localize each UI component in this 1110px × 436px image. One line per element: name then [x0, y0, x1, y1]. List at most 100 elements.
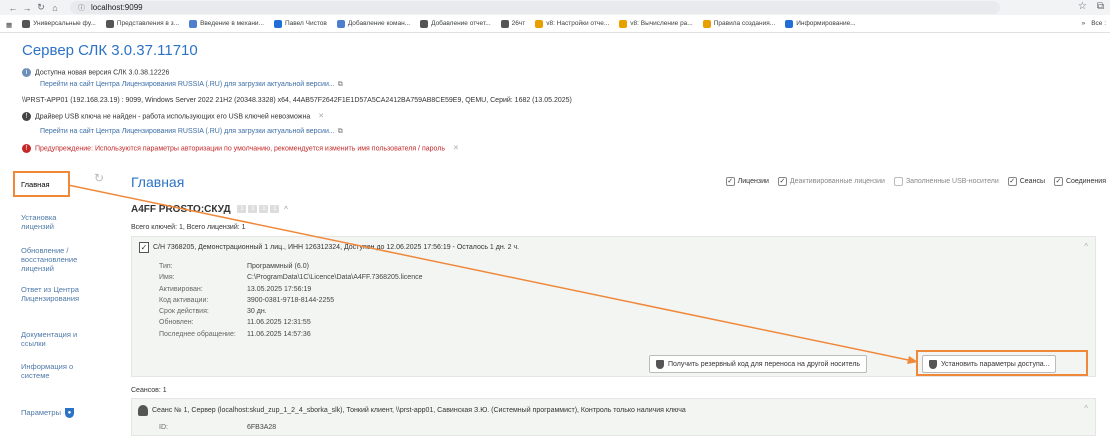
license-check-icon: ✓ — [139, 242, 149, 253]
bookmark-item[interactable]: Универсальные фу... — [22, 19, 96, 28]
extensions-icon[interactable]: ⧉ — [1097, 1, 1104, 12]
filter-label: Лицензии — [737, 178, 769, 185]
site-info-icon[interactable]: ⓘ — [78, 3, 85, 13]
field-row: Обновлен: 11.06.2025 12:31:55 — [159, 317, 422, 328]
bookmark-item[interactable]: Павел Чистов — [273, 19, 327, 28]
chevron-up-icon[interactable]: ^ — [284, 205, 288, 214]
bookmark-favicon-icon — [336, 19, 345, 28]
shield-settings-icon: ● — [64, 408, 74, 419]
usb-driver-row: ! Драйвер USB ключа не найден - работа ис… — [22, 112, 324, 121]
refresh-icon[interactable]: ↻ — [94, 171, 104, 185]
usb-driver-text: Драйвер USB ключа не найден - работа исп… — [35, 113, 311, 121]
new-version-text: Доступна новая версия СЛК 3.0.38.12226 — [35, 69, 170, 77]
new-version-link[interactable]: Перейти на сайт Центра Лицензирования RU… — [40, 81, 343, 89]
usb-driver-link[interactable]: Перейти на сайт Центра Лицензирования RU… — [40, 128, 343, 136]
bookmark-label: Информирование... — [796, 20, 856, 27]
bookmark-item[interactable]: Добавление отчет... — [420, 19, 491, 28]
bookmark-item[interactable]: Введение в механи... — [189, 19, 264, 28]
bookmark-favicon-icon — [273, 19, 282, 28]
bookmark-star-icon[interactable]: ☆ — [1078, 1, 1087, 12]
bookmark-item[interactable]: 26чт — [500, 19, 526, 28]
address-bar[interactable]: ⓘ localhost:9099 — [70, 1, 1000, 14]
field-value: 3900-0381-9718-8144-2255 — [247, 296, 335, 304]
field-key: Код активации: — [159, 296, 209, 304]
field-value: 30 дн. — [247, 308, 267, 316]
reload-icon[interactable]: ↻ — [34, 2, 48, 13]
bookmark-item[interactable]: v8: Настройки отче... — [535, 19, 610, 28]
bookmark-item[interactable]: v8: Вычисление ра... — [619, 19, 693, 28]
bookmark-label: Добавление коман... — [347, 20, 411, 27]
browser-toolbar: ← → ↻ ⌂ ⓘ localhost:9099 ☆ ⧉ — [0, 0, 1110, 15]
field-value: Программный (6.0) — [247, 263, 309, 270]
sidebar-item-install[interactable]: Установка лицензий — [21, 213, 56, 231]
all-bookmarks[interactable]: Все : — [1091, 20, 1106, 27]
bookmark-label: Введение в механи... — [200, 20, 264, 27]
bookmark-favicon-icon — [22, 19, 31, 28]
filter-usb[interactable]: Заполненные USB-носители — [893, 177, 999, 186]
page-title: Сервер СЛК 3.0.37.11710 — [22, 42, 198, 59]
field-key: Тип: — [159, 263, 173, 270]
field-key: Обновлен: — [159, 319, 194, 327]
sidebar-item-settings[interactable]: Параметры ● — [21, 408, 74, 419]
field-value: 11.06.2025 14:57:36 — [247, 330, 311, 338]
bookmark-item[interactable]: Добавление коман... — [336, 19, 411, 28]
filter-licenses[interactable]: ✓ Лицензии — [725, 177, 769, 186]
license-fields: Тип: Программный (6.0) Имя: C:\ProgramData… — [159, 261, 422, 340]
filter-label: Заполненные USB-носители — [905, 178, 999, 185]
bookmark-label: 26чт — [511, 20, 526, 27]
close-icon[interactable]: ✕ — [318, 113, 324, 120]
get-reserve-code-button[interactable]: Получить резервный код для переноса на д… — [649, 355, 868, 373]
filter-label: Деактивированные лицензии — [789, 178, 885, 185]
checkbox-empty-icon[interactable] — [893, 177, 903, 186]
sidebar-item-update[interactable]: Обновление / восстановление лицензий — [21, 246, 77, 273]
bookmark-item[interactable]: Информирование... — [785, 19, 856, 28]
new-version-row: i Доступна новая версия СЛК 3.0.38.12226 — [22, 68, 169, 77]
new-version-link-text[interactable]: Перейти на сайт Центра Лицензирования RU… — [40, 81, 335, 88]
chevron-up-icon[interactable]: ^ — [1084, 404, 1088, 413]
apps-icon[interactable]: ▦ — [6, 21, 12, 29]
count-pill: 1 — [259, 205, 269, 214]
package-pills: 1 1 1 1 — [237, 205, 280, 214]
usb-link-text[interactable]: Перейти на сайт Центра Лицензирования RU… — [40, 128, 335, 135]
close-icon[interactable]: ✕ — [453, 145, 459, 152]
filter-connections[interactable]: ✓ Соединения — [1053, 177, 1106, 186]
count-pill: 1 — [248, 205, 258, 214]
sidebar-item-home[interactable]: Главная — [21, 180, 50, 189]
checkbox-checked-icon[interactable]: ✓ — [1007, 177, 1017, 186]
session-header[interactable]: Сеанс № 1, Сервер (localhost:skud_zup_1_… — [138, 405, 686, 416]
home-icon[interactable]: ⌂ — [48, 3, 62, 13]
forward-icon[interactable]: → — [20, 3, 34, 13]
chevron-up-icon[interactable]: ^ — [1084, 242, 1088, 251]
bookmark-item[interactable]: Правила создания... — [702, 19, 776, 28]
warning-row: ! Предупреждение: Используются параметры … — [22, 144, 459, 153]
back-icon[interactable]: ← — [6, 3, 20, 13]
checkbox-checked-icon[interactable]: ✓ — [777, 177, 787, 186]
sidebar-item-system[interactable]: Информация о системе — [21, 362, 73, 380]
filter-label: Соединения — [1065, 178, 1106, 185]
bookmarks-more[interactable]: » — [1082, 20, 1086, 27]
sidebar-item-docs[interactable]: Документация и ссылки — [21, 330, 77, 348]
warning-icon: ! — [22, 144, 31, 153]
bookmark-item[interactable]: Представления в з... — [105, 19, 179, 28]
license-header-text: С/Н 7368205, Демонстрационный 1 лиц., ИН… — [153, 244, 520, 251]
bookmark-favicon-icon — [105, 19, 114, 28]
filter-bar: ✓ Лицензии ✓ Деактивированные лицензии Зап… — [725, 177, 1106, 186]
field-value: 13.05.2025 17:56:19 — [247, 285, 312, 293]
license-package[interactable]: A4FF PROSTO:СКУД 1 1 1 1 ^ — [131, 204, 288, 215]
bookmark-label: Правила создания... — [713, 20, 776, 27]
bookmark-label: Универсальные фу... — [33, 20, 96, 27]
field-row: Активирован: 13.05.2025 17:56:19 — [159, 284, 422, 295]
checkbox-checked-icon[interactable]: ✓ — [1053, 177, 1063, 186]
filter-deactivated[interactable]: ✓ Деактивированные лицензии — [777, 177, 885, 186]
bookmark-favicon-icon — [420, 19, 429, 28]
bookmark-label: v8: Настройки отче... — [546, 20, 610, 27]
alert-icon: ! — [22, 112, 31, 121]
filter-label: Сеансы — [1019, 178, 1045, 185]
license-header[interactable]: ✓ С/Н 7368205, Демонстрационный 1 лиц., … — [139, 242, 519, 253]
sidebar-item-response[interactable]: Ответ из Центра Лицензирования — [21, 285, 79, 303]
sessions-count: Сеансов: 1 — [131, 387, 167, 394]
checkbox-checked-icon[interactable]: ✓ — [725, 177, 735, 186]
filter-sessions[interactable]: ✓ Сеансы — [1007, 177, 1045, 186]
url-text: localhost:9099 — [91, 3, 143, 12]
sidebar-item-settings-label: Параметры — [21, 408, 61, 417]
